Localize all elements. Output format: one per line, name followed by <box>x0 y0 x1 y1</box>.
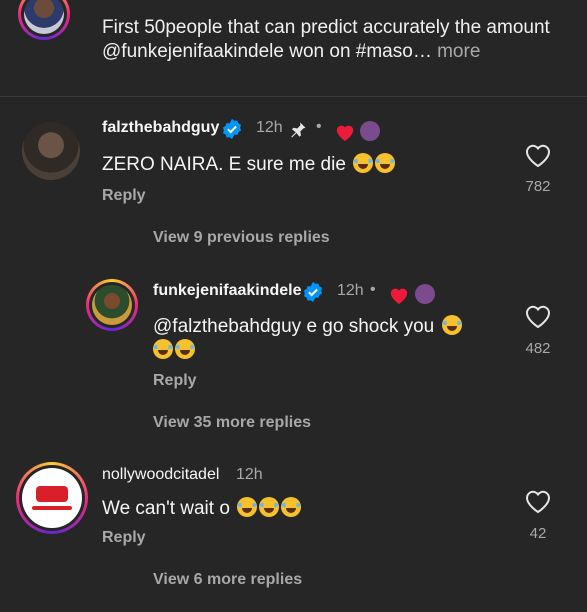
like-count: 482 <box>525 340 551 357</box>
comment-text-content: We can't wait o <box>102 498 230 519</box>
view-previous-replies[interactable]: View 9 previous replies <box>153 229 330 247</box>
reply-button[interactable]: Reply <box>102 529 146 547</box>
verified-badge-icon <box>222 118 242 140</box>
comment-username[interactable]: funkejenifaakindele <box>153 282 302 300</box>
avatar[interactable] <box>92 285 132 325</box>
comment-text: ZERO NAIRA. E sure me die <box>102 153 396 176</box>
creator-avatar <box>360 121 380 141</box>
nollywoodcitadel-logo[interactable] <box>22 468 82 528</box>
like-count: 42 <box>529 525 547 542</box>
caption-text: First 50people that can predict accurate… <box>102 16 572 64</box>
emoji-joy-icon <box>353 153 374 173</box>
reply-button[interactable]: Reply <box>153 372 197 390</box>
separator-dot: • <box>316 118 322 135</box>
emoji-joy-icon <box>175 339 195 359</box>
separator-dot: • <box>370 281 376 298</box>
comment-time: 12h <box>337 282 364 299</box>
heart-outline-icon[interactable] <box>524 488 552 514</box>
view-more-replies[interactable]: View 6 more replies <box>153 571 302 589</box>
emoji-joy-icon <box>259 497 280 517</box>
view-more-replies[interactable]: View 35 more replies <box>153 414 311 432</box>
comment-username[interactable]: nollywoodcitadel <box>102 466 219 484</box>
comment-time: 12h <box>236 466 263 483</box>
emoji-joy-icon <box>153 339 173 359</box>
comment-text-content: ZERO NAIRA. E sure me die <box>102 154 346 175</box>
creator-avatar <box>415 284 435 304</box>
emoji-joy-icon <box>281 497 302 517</box>
comment-username[interactable]: falzthebahdguy <box>102 119 219 137</box>
red-heart-icon <box>336 125 354 142</box>
red-heart-icon <box>390 288 408 305</box>
reply-button[interactable]: Reply <box>102 187 146 205</box>
logo-mark <box>36 486 68 502</box>
logo-underline <box>32 506 72 510</box>
comment-text: We can't wait o <box>102 497 302 520</box>
caption-more-link[interactable]: more <box>432 41 480 62</box>
comment-text-content: @falzthebahdguy e go shock you <box>153 316 435 337</box>
emoji-joy-icon <box>375 153 396 173</box>
post-caption: First 50people that can predict accurate… <box>0 0 587 97</box>
pin-icon <box>291 122 306 138</box>
like-count: 782 <box>525 178 551 195</box>
comment-time: 12h <box>256 119 283 136</box>
verified-badge-icon <box>303 281 323 303</box>
comment-text: @falzthebahdguy e go shock you <box>153 315 493 363</box>
heart-outline-icon[interactable] <box>524 303 552 329</box>
avatar[interactable] <box>22 122 80 180</box>
emoji-joy-icon <box>441 315 462 335</box>
heart-outline-icon[interactable] <box>524 142 552 168</box>
emoji-joy-icon <box>237 497 258 517</box>
caption-body: First 50people that can predict accurate… <box>102 17 550 62</box>
